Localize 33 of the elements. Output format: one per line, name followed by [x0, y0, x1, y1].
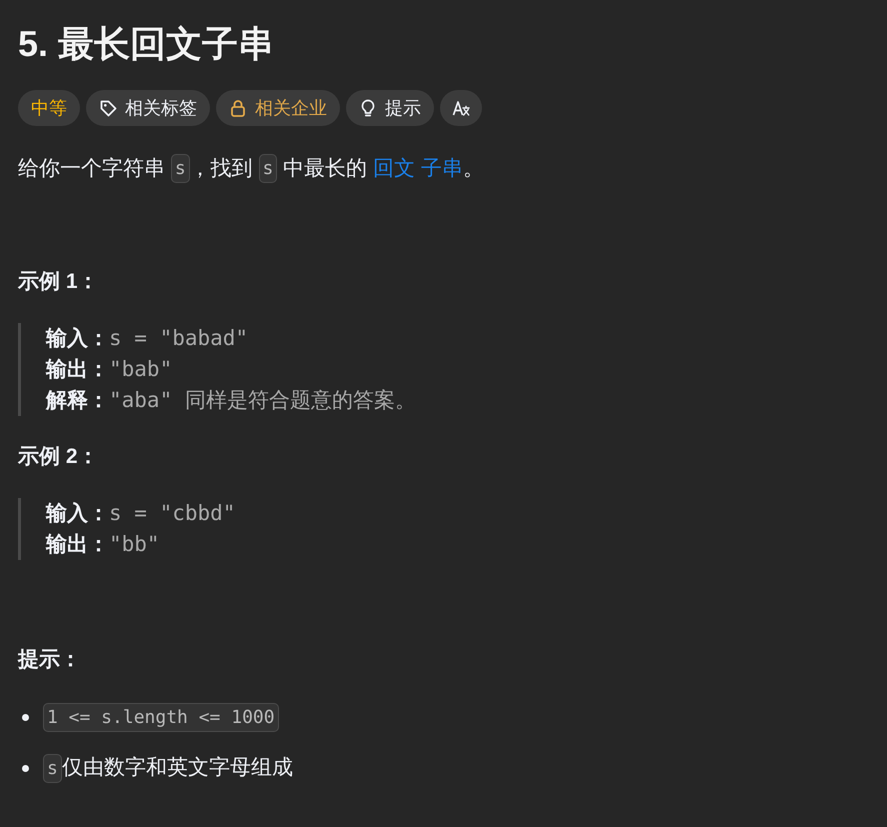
problem-title: 5. 最长回文子串 — [18, 22, 276, 65]
example-heading: 示例 1： — [18, 269, 100, 295]
link[interactable]: 子串 — [421, 157, 464, 180]
example-value: s = "babad" — [109, 326, 248, 350]
example-value: "bb" — [109, 532, 160, 556]
bullet-icon — [22, 764, 29, 772]
hint-button[interactable]: 提示 — [346, 90, 434, 126]
constraint-text: 仅由数字和英文字母组成 — [62, 755, 293, 782]
translate-icon — [452, 99, 470, 117]
inline-code: s — [258, 154, 278, 183]
example-heading: 示例 2： — [18, 444, 100, 470]
example-label: 输入： — [46, 327, 109, 350]
inline-code: 1 <= s.length <= 1000 — [43, 702, 279, 732]
example-label: 输出： — [46, 358, 109, 381]
lock-icon — [229, 99, 247, 117]
constraints-heading: 提示： — [18, 647, 82, 673]
companies-button[interactable]: 相关企业 — [216, 90, 340, 126]
example-value: s = "cbbd" — [109, 501, 236, 525]
description-text: 给你一个字符串 s ，找到 s 中最长的 回文 子串。 — [18, 153, 869, 185]
example-label: 解释： — [46, 389, 109, 412]
topics-button[interactable]: 相关标签 — [86, 90, 210, 126]
difficulty-label: 中等 — [18, 90, 80, 126]
translate-button[interactable] — [440, 90, 482, 126]
inline-code: s — [43, 754, 62, 782]
lightbulb-icon — [359, 99, 377, 117]
example-label: 输出： — [46, 533, 109, 556]
inline-code: s — [170, 154, 190, 183]
link[interactable]: 回文 — [373, 157, 416, 180]
example-value: "bab" — [109, 357, 172, 381]
bullet-icon — [22, 714, 29, 720]
tag-icon — [99, 99, 117, 117]
example-value: "aba" 同样是符合题意的答案。 — [109, 388, 416, 412]
example-label: 输入： — [46, 502, 109, 525]
